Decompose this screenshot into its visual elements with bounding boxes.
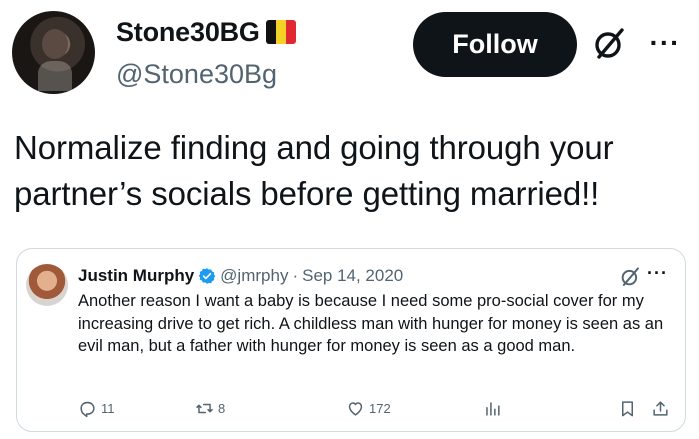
- meta-separator: ·: [292, 266, 299, 285]
- post-header: Stone30BG @Stone30Bg Follow ···: [0, 0, 699, 110]
- reply-icon: [80, 401, 95, 418]
- like-count: 172: [369, 401, 391, 416]
- reply-button[interactable]: 11: [78, 399, 115, 418]
- quoted-post-card[interactable]: Justin Murphy @jmrphy · Sep 14, 2020 ···…: [16, 248, 686, 432]
- heart-icon: [348, 402, 363, 416]
- grok-icon[interactable]: [619, 266, 641, 288]
- author-handle[interactable]: @Stone30Bg: [116, 56, 296, 92]
- share-button[interactable]: [651, 399, 674, 418]
- bookmark-button[interactable]: [618, 399, 641, 418]
- repost-button[interactable]: 8: [195, 399, 225, 418]
- more-icon[interactable]: ···: [644, 22, 686, 64]
- author-info: Stone30BG @Stone30Bg: [116, 14, 296, 92]
- quoted-author-handle[interactable]: @jmrphy: [220, 265, 288, 287]
- post-text: Normalize finding and going through your…: [14, 129, 614, 212]
- quoted-author-name[interactable]: Justin Murphy: [78, 265, 194, 287]
- like-button[interactable]: 172: [346, 399, 391, 418]
- author-avatar[interactable]: [12, 11, 95, 94]
- belgium-flag-icon: [265, 20, 296, 44]
- quoted-author-avatar[interactable]: [26, 264, 68, 306]
- bookmark-icon: [621, 401, 634, 417]
- views-button[interactable]: [483, 399, 506, 418]
- reply-count: 11: [101, 401, 115, 416]
- follow-button[interactable]: Follow: [413, 12, 577, 77]
- more-icon[interactable]: ···: [647, 263, 668, 284]
- verified-badge-icon: [198, 268, 216, 284]
- repost-icon: [196, 403, 213, 414]
- quoted-post-text: Another reason I want a baby is because …: [78, 292, 664, 355]
- author-display-name[interactable]: Stone30BG: [116, 14, 296, 50]
- quoted-post-date[interactable]: Sep 14, 2020: [302, 265, 403, 287]
- action-bar: 11 8 172: [17, 399, 685, 421]
- share-icon: [653, 401, 668, 416]
- grok-icon[interactable]: [591, 26, 627, 62]
- repost-count: 8: [218, 401, 226, 416]
- views-icon: [486, 402, 500, 416]
- quoted-post-header: Justin Murphy @jmrphy · Sep 14, 2020: [78, 265, 403, 287]
- author-display-name-text[interactable]: Stone30BG: [116, 14, 260, 50]
